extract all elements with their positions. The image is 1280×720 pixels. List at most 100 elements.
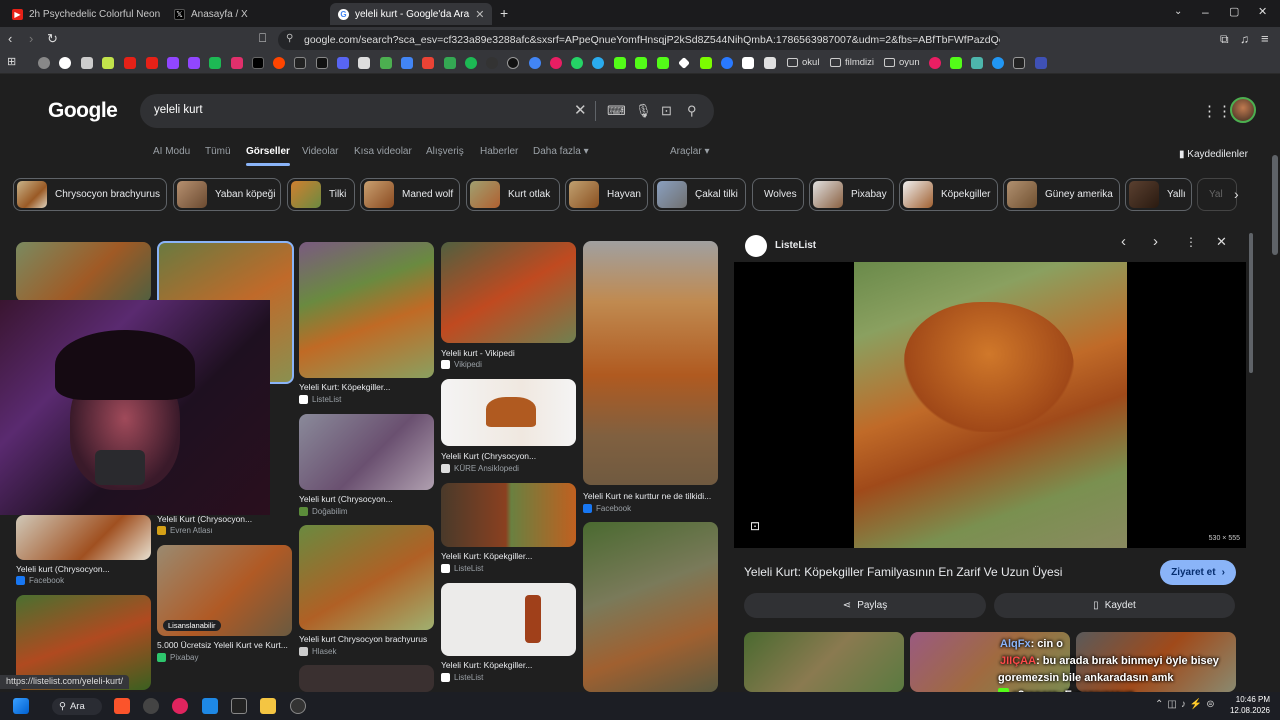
bookmark-icon[interactable] [81,57,93,69]
previous-image-icon[interactable]: ‹ [1121,233,1126,250]
result-caption[interactable]: Yeleli Kurt ne kurttur ne de tilkidi... [583,491,719,501]
bookmark-x-icon[interactable] [252,57,264,69]
tab-google-search[interactable]: G yeleli kurt - Google'da Ara ✕ [330,3,492,25]
bookmark-icon[interactable] [992,57,1004,69]
result-image[interactable] [441,379,576,446]
taskbar-search[interactable]: ⚲ Ara [52,698,102,715]
chip-hayvan[interactable]: Hayvan [565,178,648,211]
menu-icon[interactable]: ≡ [1261,31,1269,46]
save-button[interactable]: ▯ Kaydet [994,593,1235,618]
result-image[interactable] [441,242,576,343]
bookmark-icon[interactable] [401,57,413,69]
result-caption[interactable]: Yeleli Kurt (Chrysocyon... [157,514,293,524]
bookmark-folder-filmdizi[interactable]: filmdizi [830,57,874,68]
bookmark-icon[interactable] [971,57,983,69]
bookmark-icon[interactable] [929,57,941,69]
taskbar-clock[interactable]: 10:46 PM 12.08.2026 [1222,694,1270,716]
preview-scrollbar[interactable] [1249,233,1253,373]
bookmark-icon[interactable] [209,57,221,69]
bookmark-folder-oyun[interactable]: oyun [884,57,920,68]
result-image[interactable] [441,583,576,656]
result-caption[interactable]: Yeleli kurt (Chrysocyon... [299,494,435,504]
tab-ai-mode[interactable]: AI Modu [153,146,190,157]
result-image[interactable] [16,242,151,302]
chip-kurt-otlak[interactable]: Kurt otlak [466,178,560,211]
chip-cakal-tilki[interactable]: Çakal tilki [653,178,746,211]
bookmark-discord-icon[interactable] [337,57,349,69]
chip-wolves[interactable]: Wolves [752,178,804,211]
bookmark-drive-icon[interactable] [444,57,456,69]
page-scrollbar[interactable] [1272,155,1278,255]
result-source[interactable]: Vikipedi [441,360,482,369]
bookmark-youtube-icon[interactable] [124,57,136,69]
chip-tilki[interactable]: Tilki [287,178,355,211]
taskbar-app-icon[interactable] [172,698,188,714]
clear-search-icon[interactable]: ✕ [574,101,587,119]
chip-chrysocyon[interactable]: Chrysocyon brachyurus [13,178,167,211]
bookmark-icon[interactable] [700,57,712,69]
bookmark-github-icon[interactable] [507,57,519,69]
tab-news[interactable]: Haberler [480,146,518,157]
result-caption[interactable]: Yeleli Kurt: Köpekgiller... [441,551,577,561]
bookmark-kick-icon[interactable] [635,57,647,69]
close-window-icon[interactable]: ✕ [1258,5,1267,18]
bookmark-google-icon[interactable] [59,57,71,69]
taskbar-app-icon[interactable] [231,698,247,714]
close-tab-icon[interactable]: ✕ [475,8,484,21]
result-image[interactable] [441,483,576,547]
result-source[interactable]: Facebook [583,504,631,513]
site-info-icon[interactable]: ⚲ [286,33,293,44]
address-bar[interactable]: ⚲ google.com/search?sca_esv=cf323a89e328… [278,30,1000,50]
share-button[interactable]: ⋖ Paylaş [744,593,986,618]
bookmark-icon[interactable] [764,57,776,69]
google-logo[interactable]: Google [48,99,118,123]
bookmark-icon[interactable] [1035,57,1047,69]
bookmark-icon[interactable] [529,57,541,69]
microphone-icon[interactable]: 🎙 [635,103,652,119]
taskbar-app-icon[interactable] [290,698,306,714]
result-caption[interactable]: 5.000 Ücretsiz Yeleli Kurt ve Kurt... [157,640,293,650]
result-source[interactable]: ListeList [441,564,483,573]
file-explorer-icon[interactable] [260,698,276,714]
result-caption[interactable]: Yeleli kurt - Vikipedi [441,348,577,358]
bookmark-history-icon[interactable] [38,57,50,69]
avatar[interactable] [1230,97,1256,123]
bookmark-telegram-icon[interactable] [592,57,604,69]
tab-images[interactable]: Görseller [246,146,290,166]
bookmark-icon[interactable] [742,57,754,69]
tab-all[interactable]: Tümü [205,146,231,157]
chip-yalli[interactable]: Yallı [1125,178,1192,211]
bookmark-kick-icon[interactable] [614,57,626,69]
chip-maned-wolf[interactable]: Maned wolf [360,178,460,211]
chip-pixabay[interactable]: Pixabay [809,178,894,211]
system-tray-icons[interactable]: ⌃◫♪⚡⊜ [1155,699,1219,710]
search-box[interactable]: yeleli kurt ✕ ⌨ 🎙 ⊡ ⚲ [140,94,714,128]
result-image[interactable]: Lisanslanabilir [157,545,292,636]
back-icon[interactable]: ‹ [8,31,12,46]
result-image[interactable] [299,242,434,378]
close-preview-icon[interactable]: ✕ [1216,234,1227,250]
chips-scroll-right-icon[interactable]: › [1234,186,1239,202]
tab-short-videos[interactable]: Kısa videolar [354,146,412,157]
windows-start-icon[interactable] [13,698,29,714]
bookmark-icon[interactable] [1013,57,1025,69]
bookmark-youtube-icon[interactable] [146,57,158,69]
tab-shopping[interactable]: Alışveriş [426,146,464,157]
apps-grid-icon[interactable]: ⊞ [7,55,16,68]
tools-button[interactable]: Araçlar ▾ [670,146,710,157]
tab-x[interactable]: 𝕏 Anasayfa / X [166,3,326,25]
bookmark-kick-icon[interactable] [950,57,962,69]
taskbar-app-icon[interactable] [143,698,159,714]
result-source[interactable]: KÜRE Ansiklopedi [441,464,519,473]
result-image[interactable] [299,525,434,630]
preview-image[interactable] [854,262,1127,548]
bookmark-icon[interactable] [657,57,669,69]
bookmark-spotify-icon[interactable] [465,57,477,69]
result-caption[interactable]: Yeleli kurt (Chrysocyon... [16,564,152,574]
result-source[interactable]: ListeList [441,673,483,682]
result-caption[interactable]: Yeleli Kurt (Chrysocyon... [441,451,577,461]
reload-icon[interactable]: ↻ [47,31,58,47]
result-image[interactable] [16,515,151,560]
next-image-icon[interactable]: › [1153,233,1158,250]
search-icon[interactable]: ⚲ [687,103,697,119]
